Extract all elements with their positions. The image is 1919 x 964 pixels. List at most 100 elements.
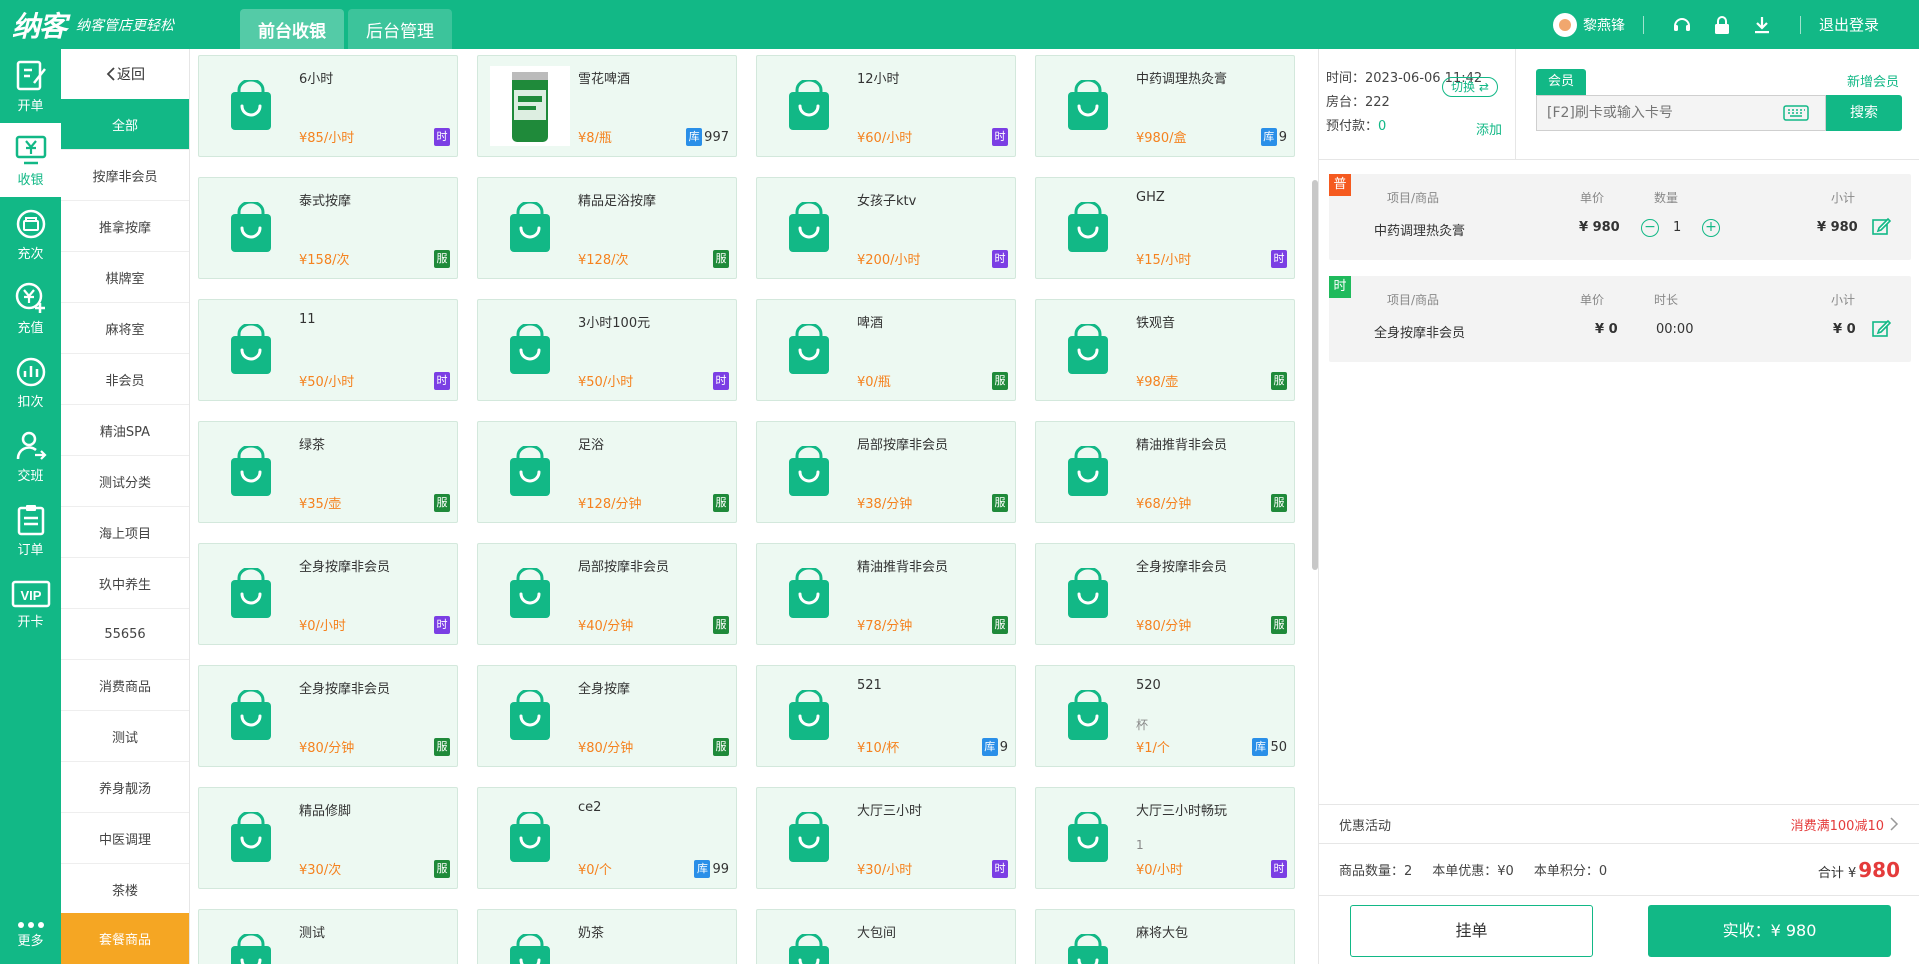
category-item[interactable]: 按摩非会员 xyxy=(61,150,189,201)
product-card[interactable]: 局部按摩非会员 ¥38/分钟 服 xyxy=(756,421,1016,523)
headset-icon[interactable] xyxy=(1670,13,1694,37)
back-button[interactable]: 返回 xyxy=(61,49,189,99)
new-member-link[interactable]: 新增会员 xyxy=(1847,71,1899,90)
product-card[interactable]: 雪花啤酒 ¥8/瓶 库 997 xyxy=(477,55,737,157)
back-label: 返回 xyxy=(117,67,145,83)
product-card[interactable]: 大包间 xyxy=(756,909,1016,964)
category-item[interactable]: 棋牌室 xyxy=(61,252,189,303)
product-card[interactable]: 测试 xyxy=(198,909,458,964)
product-type-badge: 时 xyxy=(992,250,1008,268)
category-item[interactable]: 55656 xyxy=(61,609,189,660)
product-type-badge: 库 xyxy=(1252,738,1269,756)
product-card[interactable]: 12小时 ¥60/小时 时 xyxy=(756,55,1016,157)
product-card[interactable]: 精品足浴按摩 ¥128/次 服 xyxy=(477,177,737,279)
product-card[interactable]: 520 杯 ¥1/个 库 50 xyxy=(1035,665,1295,767)
product-card[interactable]: 奶茶 xyxy=(477,909,737,964)
brand-logo: 纳客 纳客管店更轻松 xyxy=(12,5,240,45)
category-item[interactable]: 中医调理 xyxy=(61,813,189,864)
product-card[interactable]: 局部按摩非会员 ¥40/分钟 服 xyxy=(477,543,737,645)
recharge-times-icon xyxy=(16,209,45,238)
lock-icon[interactable] xyxy=(1710,13,1734,37)
product-card[interactable]: 足浴 ¥128/分钟 服 xyxy=(477,421,737,523)
product-card[interactable]: 全身按摩非会员 ¥80/分钟 服 xyxy=(198,665,458,767)
category-item[interactable]: 测试分类 xyxy=(61,456,189,507)
product-price: ¥38/分钟 xyxy=(857,497,913,512)
category-item[interactable]: 玖中养生 xyxy=(61,558,189,609)
nav-recharge-times[interactable]: 充次 xyxy=(0,197,61,271)
nav-more[interactable]: 更多 xyxy=(0,904,61,964)
product-price: ¥68/分钟 xyxy=(1136,497,1192,512)
nav-cashier[interactable]: 收银 xyxy=(0,123,61,197)
category-item[interactable]: 海上项目 xyxy=(61,507,189,558)
product-card[interactable]: 521 ¥10/杯 库 9 xyxy=(756,665,1016,767)
product-price: ¥60/小时 xyxy=(857,131,913,146)
product-card[interactable]: 麻将大包 xyxy=(1035,909,1295,964)
decrease-qty-button[interactable]: − xyxy=(1641,219,1659,237)
card-search-field xyxy=(1536,95,1826,131)
edit-icon[interactable] xyxy=(1871,318,1891,338)
product-card[interactable]: 铁观音 ¥98/壶 服 xyxy=(1035,299,1295,401)
edit-icon[interactable] xyxy=(1871,216,1891,236)
nav-shift[interactable]: 交班 xyxy=(0,419,61,493)
product-name: 全身按摩 xyxy=(578,682,631,697)
shopping-bag-icon xyxy=(490,188,570,268)
nav-recharge[interactable]: 充值 xyxy=(0,271,61,345)
tab-front-cashier[interactable]: 前台收银 xyxy=(240,9,344,49)
product-card[interactable]: 啤酒 ¥0/瓶 服 xyxy=(756,299,1016,401)
category-item[interactable]: 消费商品 xyxy=(61,660,189,711)
category-item[interactable]: 全部 xyxy=(61,99,189,150)
keyboard-icon[interactable] xyxy=(1783,105,1809,121)
category-item[interactable]: 非会员 xyxy=(61,354,189,405)
product-price: ¥980/盒 xyxy=(1136,131,1187,146)
category-item[interactable]: 麻将室 xyxy=(61,303,189,354)
nav-orders[interactable]: 订单 xyxy=(0,493,61,567)
download-icon[interactable] xyxy=(1750,13,1774,37)
product-card[interactable]: 6小时 ¥85/小时 时 xyxy=(198,55,458,157)
nav-deduct-times[interactable]: 扣次 xyxy=(0,345,61,419)
promo-selector[interactable]: 消费满100减10 xyxy=(1791,815,1900,834)
product-name: 局部按摩非会员 xyxy=(857,438,949,453)
tab-member[interactable]: 会员 xyxy=(1536,69,1587,95)
search-button[interactable]: 搜索 xyxy=(1826,95,1902,131)
category-item[interactable]: 测试 xyxy=(61,711,189,762)
product-card[interactable]: 绿茶 ¥35/壶 服 xyxy=(198,421,458,523)
shopping-bag-icon xyxy=(769,432,849,512)
nav-open-card[interactable]: VIP 开卡 xyxy=(0,567,61,641)
switch-room-button[interactable]: 切换 ⇄ xyxy=(1442,77,1498,97)
product-card[interactable]: ce2 ¥0/个 库 99 xyxy=(477,787,737,889)
card-search-input[interactable] xyxy=(1537,105,1777,121)
category-item[interactable]: 精油SPA xyxy=(61,405,189,456)
hold-order-button[interactable]: 挂单 xyxy=(1350,905,1593,957)
checkout-button[interactable]: 实收：¥ 980 xyxy=(1648,905,1891,957)
tab-back-admin[interactable]: 后台管理 xyxy=(348,9,452,49)
total-value: 980 xyxy=(1858,857,1900,882)
product-card[interactable]: 女孩子ktv ¥200/小时 时 xyxy=(756,177,1016,279)
product-card[interactable]: 精品修脚 ¥30/次 服 xyxy=(198,787,458,889)
product-card[interactable]: 3小时100元 ¥50/小时 时 xyxy=(477,299,737,401)
product-card[interactable]: 全身按摩非会员 ¥80/分钟 服 xyxy=(1035,543,1295,645)
category-item[interactable]: 茶楼 xyxy=(61,864,189,915)
nav-open-order[interactable]: 开单 xyxy=(0,49,61,123)
product-card[interactable]: 精油推背非会员 ¥78/分钟 服 xyxy=(756,543,1016,645)
product-card[interactable]: 中药调理热灸膏 ¥980/盒 库 9 xyxy=(1035,55,1295,157)
product-price: ¥98/壶 xyxy=(1136,375,1179,390)
product-card[interactable]: 大厅三小时畅玩 1 ¥0/小时 时 xyxy=(1035,787,1295,889)
logout-button[interactable]: 退出登录 xyxy=(1819,14,1879,35)
product-price: ¥50/小时 xyxy=(578,375,634,390)
category-item[interactable]: 推拿按摩 xyxy=(61,201,189,252)
product-card[interactable]: 全身按摩非会员 ¥0/小时 时 xyxy=(198,543,458,645)
increase-qty-button[interactable]: + xyxy=(1702,219,1720,237)
user-menu[interactable]: 黎燕锋 xyxy=(1552,12,1625,37)
product-card[interactable]: 全身按摩 ¥80/分钟 服 xyxy=(477,665,737,767)
add-prepay-link[interactable]: 添加 xyxy=(1476,119,1502,138)
product-card[interactable]: 11 ¥50/小时 时 xyxy=(198,299,458,401)
product-name: 11 xyxy=(299,312,316,327)
product-card[interactable]: 大厅三小时 ¥30/小时 时 xyxy=(756,787,1016,889)
product-card[interactable]: 精油推背非会员 ¥68/分钟 服 xyxy=(1035,421,1295,523)
product-card[interactable]: 泰式按摩 ¥158/次 服 xyxy=(198,177,458,279)
shopping-bag-icon xyxy=(490,432,570,512)
product-card[interactable]: GHZ ¥15/小时 时 xyxy=(1035,177,1295,279)
category-combo[interactable]: 套餐商品 xyxy=(61,913,189,964)
category-item[interactable]: 养身靓汤 xyxy=(61,762,189,813)
promotion-row: 优惠活动 消费满100减10 xyxy=(1319,804,1919,844)
